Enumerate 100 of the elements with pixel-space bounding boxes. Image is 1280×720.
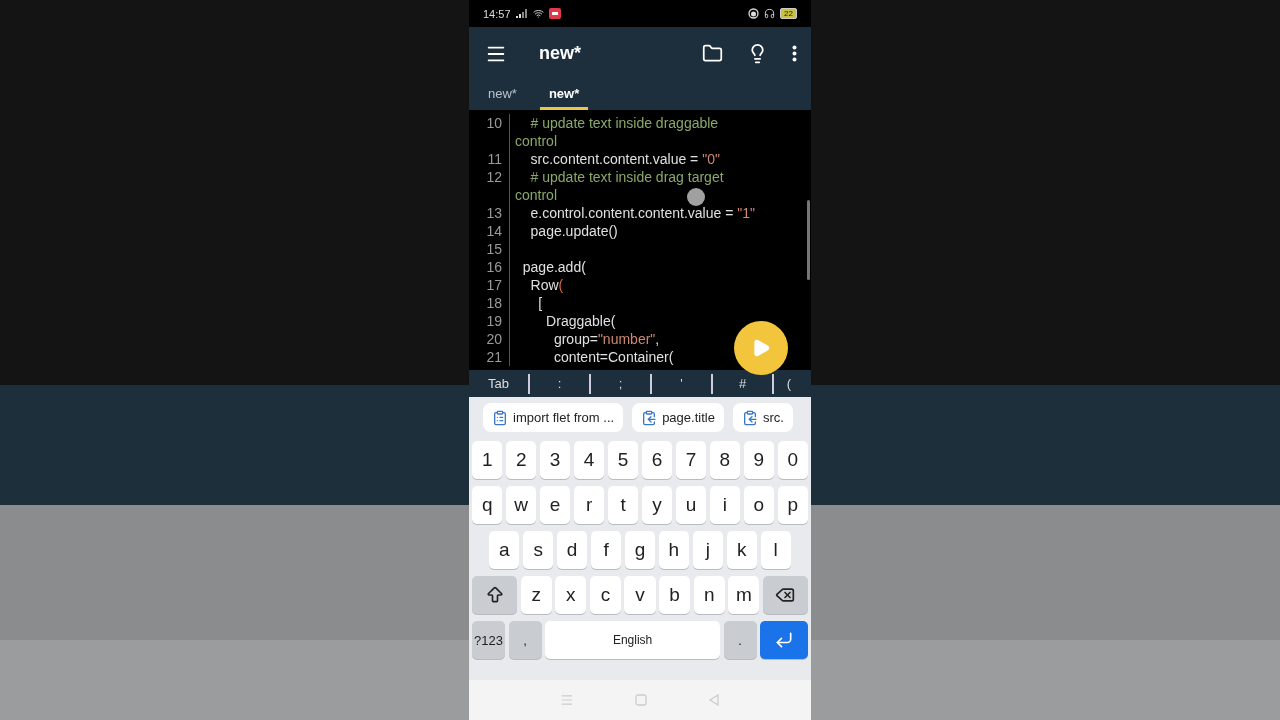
code-line: # update text inside drag target bbox=[529, 169, 724, 185]
key[interactable]: e bbox=[539, 486, 571, 524]
shift-key[interactable] bbox=[472, 576, 518, 614]
key[interactable]: t bbox=[607, 486, 639, 524]
key[interactable]: 5 bbox=[607, 441, 639, 479]
key[interactable]: a bbox=[489, 531, 520, 569]
key[interactable]: 9 bbox=[743, 441, 775, 479]
clock: 14:57 bbox=[483, 7, 511, 20]
line-number: 17 bbox=[485, 277, 503, 293]
key[interactable]: d bbox=[556, 531, 588, 569]
code-line: page.update() bbox=[529, 223, 618, 239]
key[interactable]: m bbox=[728, 576, 760, 614]
code-line: Row( bbox=[529, 277, 564, 293]
key[interactable]: k bbox=[726, 531, 757, 569]
key[interactable]: 8 bbox=[709, 441, 741, 479]
key[interactable]: r bbox=[573, 486, 605, 524]
line-number: 20 bbox=[485, 331, 503, 347]
code-line: control bbox=[515, 133, 558, 149]
extra-key[interactable]: ; bbox=[591, 373, 652, 394]
scrollbar-thumb[interactable] bbox=[807, 200, 810, 280]
key[interactable]: w bbox=[505, 486, 537, 524]
code-line: [ bbox=[537, 295, 543, 311]
key[interactable]: . bbox=[723, 621, 757, 659]
key[interactable]: 1 bbox=[472, 441, 503, 479]
key[interactable]: 7 bbox=[675, 441, 707, 479]
line-number: 18 bbox=[485, 295, 503, 311]
code-line: content=Container( bbox=[552, 349, 674, 365]
key[interactable]: h bbox=[658, 531, 690, 569]
key[interactable]: g bbox=[624, 531, 656, 569]
enter-icon bbox=[774, 630, 795, 650]
more-icon bbox=[792, 45, 797, 62]
key[interactable]: ?123 bbox=[472, 621, 506, 659]
more-button[interactable] bbox=[792, 45, 797, 62]
line-number: 15 bbox=[485, 241, 503, 257]
code-line: # update text inside draggable bbox=[529, 115, 719, 131]
line-number: 12 bbox=[485, 169, 503, 185]
clipboard-link-icon bbox=[641, 409, 658, 426]
key[interactable]: 0 bbox=[777, 441, 809, 479]
key[interactable]: 3 bbox=[539, 441, 571, 479]
key[interactable]: q bbox=[472, 486, 503, 524]
play-icon bbox=[751, 338, 771, 358]
key[interactable]: y bbox=[641, 486, 673, 524]
headphones-icon bbox=[764, 8, 776, 19]
file-tab[interactable]: new* bbox=[479, 80, 526, 110]
line-number: 21 bbox=[485, 349, 503, 365]
extra-key[interactable]: # bbox=[713, 373, 774, 394]
key[interactable]: u bbox=[675, 486, 707, 524]
key[interactable]: j bbox=[692, 531, 724, 569]
line-number: 13 bbox=[485, 205, 503, 221]
key[interactable]: l bbox=[760, 531, 791, 569]
clipboard-link-icon bbox=[741, 409, 758, 426]
key[interactable]: 6 bbox=[641, 441, 673, 479]
clipboard-chip[interactable]: src. bbox=[732, 403, 793, 432]
key[interactable]: c bbox=[589, 576, 621, 614]
touch-indicator bbox=[687, 188, 705, 206]
wifi-icon bbox=[532, 8, 544, 19]
key[interactable]: x bbox=[555, 576, 587, 614]
key[interactable]: b bbox=[659, 576, 691, 614]
key[interactable]: 2 bbox=[505, 441, 537, 479]
code-line: page.add( bbox=[521, 259, 586, 275]
circle-icon bbox=[748, 8, 760, 19]
folder-button[interactable] bbox=[702, 43, 723, 64]
key[interactable]: f bbox=[590, 531, 622, 569]
space-bar[interactable]: English bbox=[545, 621, 721, 659]
battery-indicator: 22 bbox=[780, 8, 797, 19]
backspace-key[interactable] bbox=[762, 576, 808, 614]
key[interactable]: 4 bbox=[573, 441, 605, 479]
code-line: group="number", bbox=[552, 331, 660, 347]
key[interactable]: o bbox=[743, 486, 775, 524]
chip-label: page.title bbox=[662, 410, 715, 425]
key[interactable]: , bbox=[508, 621, 542, 659]
clipboard-chip[interactable]: import flet from ... bbox=[483, 403, 624, 432]
enter-key[interactable] bbox=[760, 621, 808, 659]
folder-icon bbox=[702, 43, 723, 64]
code-line: control bbox=[515, 187, 558, 203]
chip-label: import flet from ... bbox=[513, 410, 615, 425]
extra-key[interactable]: : bbox=[530, 373, 591, 394]
signal-icon bbox=[515, 9, 528, 18]
clipboard-chip[interactable]: page.title bbox=[632, 403, 724, 432]
code-line: Draggable( bbox=[545, 313, 616, 329]
line-number: 10 bbox=[485, 115, 503, 131]
key[interactable]: n bbox=[693, 576, 725, 614]
backspace-icon bbox=[775, 585, 796, 605]
extra-key[interactable]: ( bbox=[774, 373, 804, 394]
key[interactable]: s bbox=[522, 531, 554, 569]
line-number: 14 bbox=[485, 223, 503, 239]
key[interactable]: p bbox=[777, 486, 809, 524]
key[interactable]: v bbox=[624, 576, 656, 614]
key[interactable]: z bbox=[520, 576, 552, 614]
code-line: src.content.content.value = "0" bbox=[529, 151, 720, 167]
line-number: 11 bbox=[486, 151, 503, 167]
clipboard-icon bbox=[492, 409, 508, 426]
app-title: new* bbox=[539, 43, 582, 64]
line-number: 16 bbox=[485, 259, 503, 275]
extra-key[interactable]: Tab bbox=[469, 373, 530, 394]
code-line: e.control.content.content.value = "1" bbox=[529, 205, 755, 221]
line-number: 19 bbox=[485, 313, 503, 329]
key[interactable]: i bbox=[709, 486, 741, 524]
notification-icon bbox=[548, 8, 561, 19]
extra-key[interactable]: ' bbox=[652, 373, 713, 394]
